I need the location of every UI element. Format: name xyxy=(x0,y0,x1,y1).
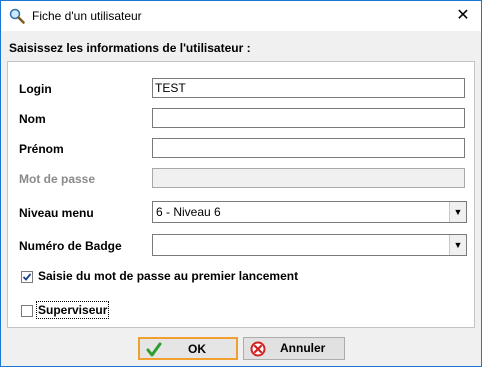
ok-label: OK xyxy=(188,342,206,356)
cancel-icon xyxy=(250,341,266,357)
form-panel: Login Nom Prénom Mot de passe Niveau men… xyxy=(7,61,475,328)
login-input[interactable] xyxy=(152,78,465,98)
window-title: Fiche d'un utilisateur xyxy=(32,9,142,23)
checkmark-icon xyxy=(146,342,162,358)
saisie-mdp-label[interactable]: Saisie du mot de passe au premier lancem… xyxy=(38,269,298,283)
annuler-label: Annuler xyxy=(280,341,326,355)
numero-badge-select[interactable]: ▼ xyxy=(152,234,467,256)
niveau-menu-label: Niveau menu xyxy=(19,206,94,220)
niveau-menu-value: 6 - Niveau 6 xyxy=(156,205,221,219)
checkmark-icon xyxy=(22,273,32,281)
nom-label: Nom xyxy=(19,112,46,126)
mot-de-passe-label: Mot de passe xyxy=(19,172,96,186)
prenom-label: Prénom xyxy=(19,142,64,156)
saisie-mdp-checkbox[interactable] xyxy=(21,271,33,283)
prenom-input[interactable] xyxy=(152,138,465,158)
superviseur-label[interactable]: Superviseur xyxy=(35,301,110,319)
ok-button[interactable]: OK xyxy=(138,337,238,360)
niveau-menu-select[interactable]: 6 - Niveau 6 ▼ xyxy=(152,201,467,223)
superviseur-checkbox[interactable] xyxy=(21,305,33,317)
nom-input[interactable] xyxy=(152,108,465,128)
numero-badge-label: Numéro de Badge xyxy=(19,239,122,253)
form-heading: Saisissez les informations de l'utilisat… xyxy=(9,41,251,55)
magnifier-icon xyxy=(9,8,25,24)
dialog-window: Fiche d'un utilisateur ✕ Saisissez les i… xyxy=(0,0,482,367)
mot-de-passe-input[interactable] xyxy=(152,168,465,188)
close-button[interactable]: ✕ xyxy=(451,5,475,27)
title-bar[interactable]: Fiche d'un utilisateur ✕ xyxy=(1,1,481,31)
chevron-down-icon[interactable]: ▼ xyxy=(449,202,466,222)
login-label: Login xyxy=(19,82,52,96)
chevron-down-icon[interactable]: ▼ xyxy=(449,235,466,255)
annuler-button[interactable]: Annuler xyxy=(243,337,345,360)
